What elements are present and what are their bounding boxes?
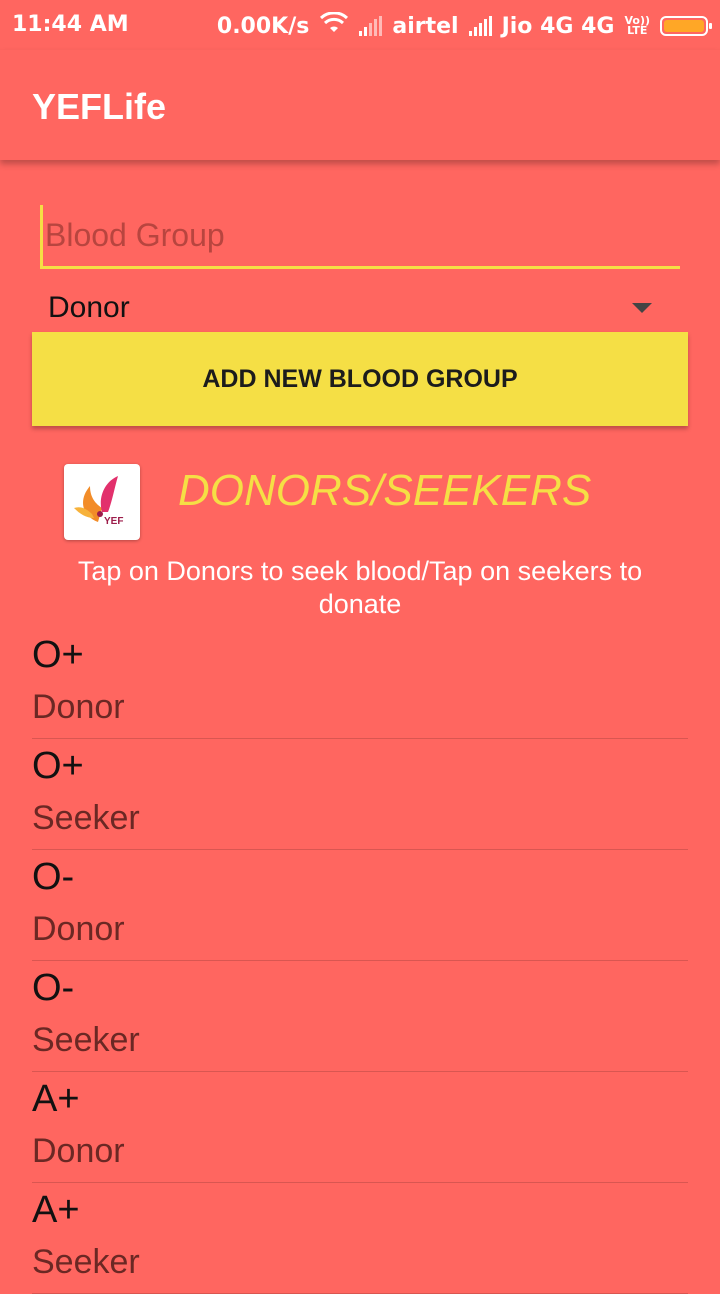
- battery-icon: [660, 16, 712, 36]
- blood-group-field[interactable]: [40, 205, 680, 269]
- list-item[interactable]: A+ Donor: [32, 1072, 688, 1183]
- list-item-type: Seeker: [32, 1243, 140, 1281]
- add-blood-group-button[interactable]: ADD NEW BLOOD GROUP: [32, 332, 688, 426]
- logo-text: YEF: [104, 516, 123, 527]
- list-item[interactable]: O- Donor: [32, 850, 688, 961]
- app-bar: YEFLife: [0, 50, 720, 160]
- instruction-text: Tap on Donors to seek blood/Tap on seeke…: [77, 556, 643, 619]
- list-item-type: Donor: [32, 1132, 125, 1170]
- list-item-group: O+: [32, 745, 84, 787]
- status-time: 11:44 AM: [12, 12, 129, 37]
- status-right: 0.00K/s airtel Jio 4G 4G Vo)) LTE: [216, 11, 712, 40]
- list-item[interactable]: O+ Donor: [32, 628, 688, 739]
- list-item-type: Seeker: [32, 1021, 140, 1059]
- wifi-icon: [319, 11, 349, 40]
- list-item-group: A+: [32, 1189, 80, 1231]
- app-title: YEFLife: [32, 86, 167, 127]
- list-item-type: Seeker: [32, 799, 140, 837]
- list-item-type: Donor: [32, 910, 125, 948]
- carrier-airtel: airtel: [392, 13, 459, 39]
- list-item[interactable]: O- Seeker: [32, 961, 688, 1072]
- signal-icon: [468, 16, 492, 36]
- list-item-group: A+: [32, 1078, 80, 1120]
- blood-group-list: O+ Donor O+ Seeker O- Donor O- Seeker A+…: [32, 628, 688, 1294]
- list-item-group: O+: [32, 634, 84, 676]
- list-item-group: O-: [32, 856, 75, 898]
- blood-group-input[interactable]: [40, 205, 680, 266]
- dropdown-arrow-icon: [632, 303, 652, 313]
- carrier-jio: Jio 4G 4G: [501, 13, 615, 39]
- status-bar: 11:44 AM 0.00K/s airtel Jio 4G 4G Vo)) L…: [0, 0, 720, 50]
- net-speed: 0.00K/s: [216, 13, 310, 39]
- list-item[interactable]: A+ Seeker: [32, 1183, 688, 1294]
- type-dropdown-value: Donor: [48, 291, 130, 324]
- volte-icon: Vo)) LTE: [624, 14, 650, 37]
- yef-logo: YEF: [64, 464, 140, 540]
- section-title: DONORS/SEEKERS: [178, 466, 592, 515]
- type-dropdown[interactable]: Donor: [32, 284, 688, 332]
- list-item[interactable]: O+ Seeker: [32, 739, 688, 850]
- signal-icon: [359, 16, 383, 36]
- list-item-group: O-: [32, 967, 75, 1009]
- list-item-type: Donor: [32, 688, 125, 726]
